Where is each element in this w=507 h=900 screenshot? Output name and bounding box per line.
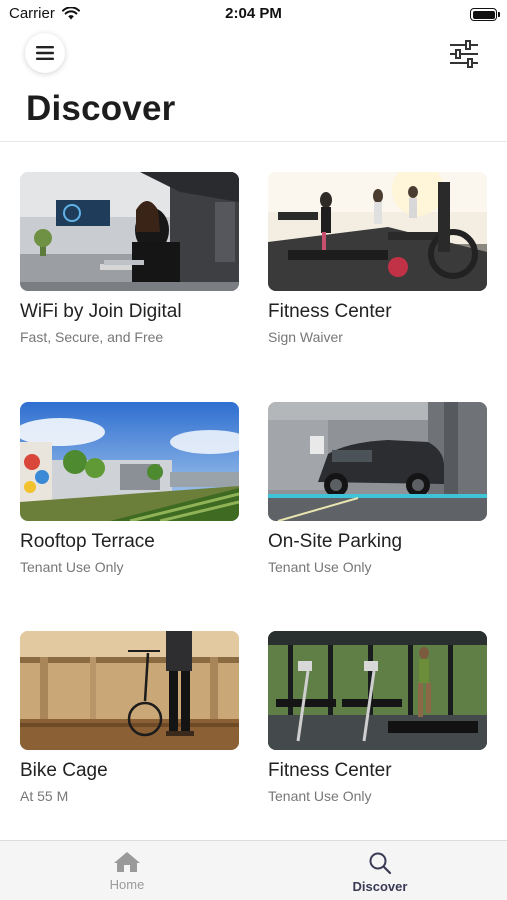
card-fitness-center-2[interactable]: Fitness Center Tenant Use Only bbox=[268, 631, 488, 804]
tab-discover[interactable]: Discover bbox=[330, 851, 430, 894]
card-subtitle: Tenant Use Only bbox=[268, 559, 372, 575]
card-subtitle: Tenant Use Only bbox=[20, 559, 124, 575]
battery-icon bbox=[470, 8, 500, 21]
search-icon bbox=[369, 852, 392, 875]
card-title: Fitness Center bbox=[268, 301, 392, 322]
bike-cage-image bbox=[20, 631, 239, 750]
card-subtitle: Tenant Use Only bbox=[268, 788, 372, 804]
card-rooftop-terrace[interactable]: Rooftop Terrace Tenant Use Only bbox=[20, 402, 240, 575]
home-icon bbox=[114, 852, 140, 872]
filter-button[interactable] bbox=[449, 40, 479, 68]
card-on-site-parking[interactable]: On-Site Parking Tenant Use Only bbox=[268, 402, 488, 575]
rooftop-terrace-image bbox=[20, 402, 239, 521]
card-subtitle: At 55 M bbox=[20, 788, 69, 804]
tab-home[interactable]: Home bbox=[77, 851, 177, 892]
card-title: WiFi by Join Digital bbox=[20, 301, 182, 322]
hamburger-icon bbox=[36, 46, 54, 60]
card-subtitle: Fast, Secure, and Free bbox=[20, 329, 164, 345]
tab-bar: Home Discover bbox=[0, 840, 507, 900]
card-title: Bike Cage bbox=[20, 760, 108, 781]
card-bike-cage[interactable]: Bike Cage At 55 M bbox=[20, 631, 240, 804]
card-wifi[interactable]: WiFi by Join Digital Fast, Secure, and F… bbox=[20, 172, 240, 345]
menu-button[interactable] bbox=[25, 33, 65, 73]
card-title: On-Site Parking bbox=[268, 531, 403, 552]
status-time: 2:04 PM bbox=[225, 5, 282, 22]
wifi-office-image bbox=[20, 172, 239, 291]
fitness-treadmills-image bbox=[268, 172, 487, 291]
tab-home-label: Home bbox=[109, 877, 145, 892]
header-divider bbox=[0, 141, 507, 142]
card-subtitle: Sign Waiver bbox=[268, 329, 343, 345]
page-title: Discover bbox=[26, 89, 176, 128]
parking-garage-image bbox=[268, 402, 487, 521]
fitness-gym-image bbox=[268, 631, 487, 750]
sliders-icon bbox=[450, 40, 478, 68]
card-fitness-center[interactable]: Fitness Center Sign Waiver bbox=[268, 172, 488, 345]
card-title: Fitness Center bbox=[268, 760, 392, 781]
card-title: Rooftop Terrace bbox=[20, 531, 155, 552]
status-bar: Carrier 2:04 PM bbox=[0, 0, 507, 28]
tab-discover-label: Discover bbox=[352, 879, 408, 894]
